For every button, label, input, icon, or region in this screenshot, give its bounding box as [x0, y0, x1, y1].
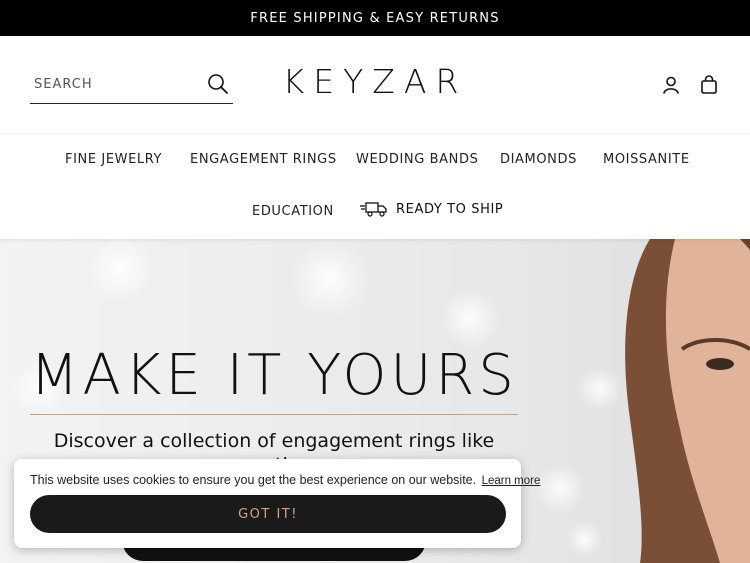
- cookie-message: This website uses cookies to ensure you …: [30, 473, 477, 487]
- site-header: KEYZAR: [0, 36, 750, 134]
- nav-moissanite[interactable]: MOISSANITE: [603, 152, 690, 167]
- nav-engagement-rings[interactable]: ENGAGEMENT RINGS: [190, 152, 337, 167]
- nav-education[interactable]: EDUCATION: [252, 204, 334, 219]
- cookie-accept-button[interactable]: GOT IT!: [30, 495, 506, 533]
- account-icon[interactable]: [660, 74, 682, 96]
- main-navigation: FINE JEWELRY ENGAGEMENT RINGS WEDDING BA…: [0, 134, 750, 239]
- search-icon[interactable]: [207, 73, 229, 95]
- cookie-learn-more-link[interactable]: Learn more: [482, 475, 541, 487]
- model-portrait-image: [625, 239, 750, 563]
- search-input[interactable]: [34, 72, 199, 96]
- shopping-bag-icon[interactable]: [698, 74, 720, 96]
- brand-logo[interactable]: KEYZAR: [250, 62, 500, 101]
- nav-wedding-bands[interactable]: WEDDING BANDS: [356, 152, 478, 167]
- hero-divider: [30, 414, 518, 415]
- nav-ready-to-ship[interactable]: READY TO SHIP: [360, 201, 503, 217]
- search-bar[interactable]: [30, 69, 233, 104]
- announcement-text: FREE SHIPPING & EASY RETURNS: [250, 10, 500, 26]
- hero-title: MAKE IT YOURS: [30, 343, 518, 408]
- nav-fine-jewelry[interactable]: FINE JEWELRY: [65, 152, 162, 167]
- nav-ready-to-ship-label: READY TO SHIP: [396, 201, 504, 217]
- truck-icon: [360, 202, 387, 217]
- cookie-banner: This website uses cookies to ensure you …: [14, 459, 540, 548]
- cookie-message-row: This website uses cookies to ensure you …: [30, 473, 540, 487]
- nav-diamonds[interactable]: DIAMONDS: [500, 152, 577, 167]
- announcement-bar: FREE SHIPPING & EASY RETURNS: [0, 0, 750, 36]
